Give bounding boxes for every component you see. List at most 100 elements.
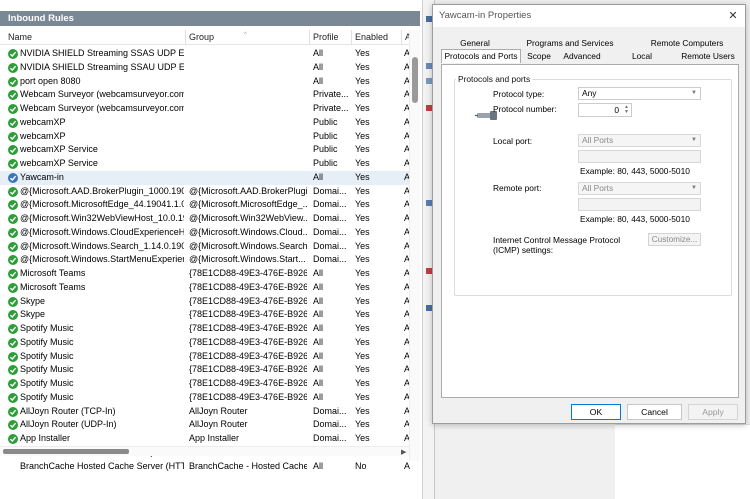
rule-row[interactable]: @{Microsoft.Win32WebViewHost_10.0.190...… (0, 212, 410, 226)
rule-row[interactable]: AllJoyn Router (TCP-In) AllJoyn Router Dom… (0, 405, 410, 419)
remote-port-dropdown[interactable]: All Ports ▼ (578, 182, 701, 195)
rule-enabled: Yes (355, 391, 370, 402)
rule-row[interactable]: @{Microsoft.AAD.BrokerPlugin_1000.19041.… (0, 185, 410, 199)
rule-profile: Public (313, 144, 338, 155)
scroll-right-arrow-icon[interactable]: ▶ (401, 448, 406, 456)
ok-button[interactable]: OK (571, 404, 621, 420)
rule-enabled: Yes (355, 433, 370, 443)
rule-enabled: Yes (355, 226, 370, 237)
rule-row[interactable]: Microsoft Teams {78E1CD88-49E3-476E-B926-… (0, 281, 410, 295)
rule-row[interactable]: Spotify Music {78E1CD88-49E3-476E-B926-..… (0, 350, 410, 364)
rule-profile: Public (313, 130, 338, 141)
rule-row[interactable]: @{Microsoft.Windows.Search_1.14.0.19041.… (0, 240, 410, 254)
rule-enabled: Yes (355, 199, 370, 210)
rule-row[interactable]: Spotify Music {78E1CD88-49E3-476E-B926-..… (0, 391, 410, 405)
rule-row[interactable]: @{Microsoft.Windows.CloudExperienceHo...… (0, 226, 410, 240)
chevron-down-icon: ▼ (691, 90, 697, 96)
horizontal-scroll-thumb[interactable] (3, 449, 129, 454)
remote-port-input[interactable] (578, 198, 701, 211)
rule-group: {78E1CD88-49E3-476E-B926-... (189, 350, 307, 361)
rule-row[interactable]: webcamXP Public Yes A (0, 116, 410, 130)
rule-enabled: Yes (355, 323, 370, 333)
rule-profile: All (313, 171, 324, 182)
rule-profile: All (313, 323, 324, 333)
rule-row[interactable]: Spotify Music {78E1CD88-49E3-476E-B926-..… (0, 336, 410, 350)
rule-enabled: Yes (355, 350, 370, 361)
allow-check-icon (8, 351, 18, 362)
protocol-number-value: 0 (614, 105, 619, 115)
apply-button[interactable]: Apply (688, 404, 738, 420)
customize-button[interactable]: Customize... (648, 233, 701, 246)
rule-row[interactable]: NVIDIA SHIELD Streaming SSAS UDP Excep..… (0, 47, 410, 61)
rule-row[interactable]: webcamXP Public Yes A (0, 130, 410, 144)
rule-row[interactable]: Webcam Surveyor (webcamsurveyor.com) Priv… (0, 88, 410, 102)
rule-row[interactable]: Skype {78E1CD88-49E3-476E-B926-... All Yes A (0, 295, 410, 309)
rule-row[interactable]: AllJoyn Router (UDP-In) AllJoyn Router Dom… (0, 418, 410, 432)
tab-protocols-and-ports[interactable]: Protocols and Ports (441, 49, 521, 63)
protocol-number-stepper[interactable]: 0 ▲ ▼ (578, 103, 632, 117)
tab-remote-computers[interactable]: Remote Computers (647, 37, 727, 49)
protocol-type-label: Protocol type: (493, 89, 545, 99)
rule-group: @{Microsoft.Windows.Search... (189, 240, 307, 251)
rule-row[interactable]: Webcam Surveyor (webcamsurveyor.com) Priv… (0, 102, 410, 116)
rule-row[interactable]: App Installer App Installer Domai... Yes A (0, 432, 410, 446)
column-header-name[interactable]: Name (8, 30, 183, 45)
rule-group: {78E1CD88-49E3-476E-B926-... (189, 378, 307, 388)
rule-name: NVIDIA SHIELD Streaming SSAS UDP Excep..… (20, 48, 184, 58)
column-header-enabled[interactable]: Enabled (351, 30, 401, 45)
rule-profile: Domai... (313, 433, 347, 443)
rule-profile: Private... (313, 89, 349, 100)
vertical-scrollbar[interactable] (409, 30, 420, 461)
rule-profile: Domai... (313, 226, 347, 237)
column-headers: Name Group ^ Profile Enabled A (0, 30, 411, 45)
rule-enabled: Yes (355, 185, 370, 196)
tab-remote-users[interactable]: Remote Users (679, 50, 737, 62)
column-header-profile[interactable]: Profile (309, 30, 351, 45)
allow-check-icon (8, 90, 18, 101)
rule-enabled: Yes (355, 254, 370, 265)
window-backdrop-region (615, 424, 750, 499)
spin-arrows-icon[interactable]: ▲ ▼ (624, 105, 629, 115)
rule-profile: All (313, 378, 324, 388)
allow-check-icon (8, 269, 18, 279)
local-port-input[interactable] (578, 150, 701, 163)
local-port-value: All Ports (582, 135, 614, 145)
local-port-dropdown[interactable]: All Ports ▼ (578, 134, 701, 147)
protocol-type-dropdown[interactable]: Any ▼ (578, 87, 701, 100)
tab-local-principals[interactable]: Local Principals (613, 50, 671, 73)
tab-programs-and-services[interactable]: Programs and Services (525, 37, 615, 49)
rule-enabled: Yes (355, 268, 370, 278)
rule-row[interactable]: webcamXP Service Public Yes A (0, 157, 410, 171)
rule-row[interactable]: Spotify Music {78E1CD88-49E3-476E-B926-..… (0, 377, 410, 391)
allow-check-icon (8, 296, 18, 307)
rule-enabled: Yes (355, 309, 370, 320)
rule-row[interactable]: @{Microsoft.Windows.StartMenuExperien...… (0, 253, 410, 267)
close-icon[interactable]: ✕ (725, 5, 741, 27)
rule-row[interactable]: Microsoft Teams {78E1CD88-49E3-476E-B926-… (0, 267, 410, 281)
allow-check-icon (8, 241, 18, 252)
horizontal-scrollbar[interactable]: ▶ (0, 446, 409, 456)
rule-enabled: Yes (355, 116, 370, 127)
rule-name: @{Microsoft.Windows.Search_1.14.0.19041.… (20, 240, 184, 251)
rule-row[interactable]: NVIDIA SHIELD Streaming SSAU UDP Exce...… (0, 61, 410, 75)
vertical-scroll-thumb[interactable] (412, 57, 418, 103)
column-header-action[interactable]: A (401, 30, 411, 45)
cancel-button[interactable]: Cancel (627, 404, 682, 420)
rule-group: @{Microsoft.MicrosoftEdge_... (189, 199, 307, 210)
local-port-label: Local port: (493, 136, 533, 146)
rule-row[interactable]: webcamXP Service Public Yes A (0, 143, 410, 157)
rule-group: {78E1CD88-49E3-476E-B926-... (189, 295, 307, 306)
tab-general[interactable]: General (455, 37, 495, 49)
rule-profile: All (313, 364, 324, 375)
rule-row[interactable]: @{Microsoft.MicrosoftEdge_44.19041.1.0_.… (0, 198, 410, 212)
rule-row[interactable]: Spotify Music {78E1CD88-49E3-476E-B926-..… (0, 363, 410, 377)
tab-advanced[interactable]: Advanced (561, 50, 603, 62)
rule-row[interactable]: BranchCache Hosted Cache Server (HTTP-In… (0, 460, 410, 474)
allow-check-icon (8, 131, 18, 142)
remote-port-label: Remote port: (493, 183, 542, 193)
tab-scope[interactable]: Scope (525, 50, 553, 62)
rule-row[interactable]: Spotify Music {78E1CD88-49E3-476E-B926-..… (0, 322, 410, 336)
rule-row[interactable]: port open 8080 All Yes A (0, 75, 410, 89)
rule-row[interactable]: Yawcam-in All Yes A (0, 170, 410, 185)
rule-row[interactable]: Skype {78E1CD88-49E3-476E-B926-... All Yes A (0, 308, 410, 322)
